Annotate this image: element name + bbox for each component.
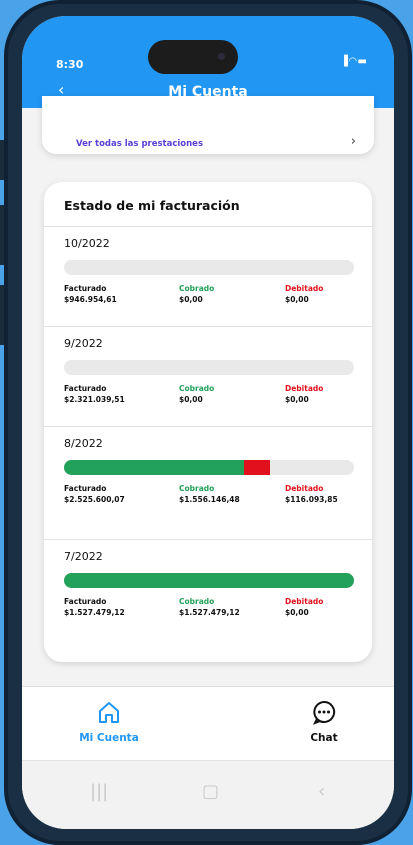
debitado-value: $0,00: [285, 395, 309, 404]
camera-notch: [148, 40, 238, 74]
facturado-value: $946.954,61: [64, 295, 117, 304]
debitado-value: $0,00: [285, 295, 309, 304]
facturado-value: $2.525.600,07: [64, 495, 125, 504]
home-button[interactable]: ▢: [202, 781, 219, 802]
cobrado-label: Cobrado: [179, 484, 215, 493]
billing-period-row: 9/2022 Facturado Cobrado Debitado $2.321.039…: [44, 326, 372, 427]
status-time: 8:30: [56, 58, 84, 71]
nav-mi-cuenta[interactable]: Mi Cuenta: [69, 699, 149, 744]
chat-icon: [312, 700, 336, 725]
app-header: 8:30 ▐◠▬ ‹ Mi Cuenta: [22, 16, 394, 108]
facturado-label: Facturado: [64, 597, 107, 606]
period-label: 9/2022: [64, 337, 103, 350]
facturado-value: $2.321.039,51: [64, 395, 125, 404]
system-nav-bar: ||| ▢ ‹: [22, 760, 394, 829]
period-label: 7/2022: [64, 550, 103, 563]
system-back-button[interactable]: ‹: [318, 781, 325, 802]
debitado-fill: [243, 460, 270, 475]
cobrado-fill: [64, 573, 354, 588]
status-icons: ▐◠▬: [340, 56, 368, 67]
billing-period-row: 10/2022 Facturado Cobrado Debitado $946.954,…: [44, 226, 372, 327]
debitado-value: $116.093,85: [285, 495, 338, 504]
facturado-label: Facturado: [64, 484, 107, 493]
nav-chat-label: Chat: [310, 732, 338, 744]
cobrado-value: $0,00: [179, 395, 203, 404]
nav-chat[interactable]: Chat: [284, 699, 364, 744]
ver-prestaciones-link[interactable]: Ver todas las prestaciones: [76, 139, 203, 149]
facturado-value: $1.527.479,12: [64, 608, 125, 617]
facturado-label: Facturado: [64, 384, 107, 393]
prestaciones-card[interactable]: Ver todas las prestaciones ›: [42, 96, 374, 154]
period-label: 10/2022: [64, 237, 110, 250]
cobrado-value: $1.527.479,12: [179, 608, 240, 617]
facturacion-title: Estado de mi facturación: [64, 198, 240, 213]
cobrado-value: $0,00: [179, 295, 203, 304]
cobrado-label: Cobrado: [179, 384, 215, 393]
chevron-right-icon[interactable]: ›: [351, 134, 356, 149]
debitado-label: Debitado: [285, 284, 324, 293]
cobrado-label: Cobrado: [179, 284, 215, 293]
billing-progress-bar: [64, 360, 354, 375]
phone-frame: 8:30 ▐◠▬ ‹ Mi Cuenta Ver todas las prest…: [4, 0, 412, 845]
home-icon: [99, 702, 119, 723]
billing-period-row: 7/2022 Facturado Cobrado Debitado $1.527.479…: [44, 539, 372, 646]
cobrado-label: Cobrado: [179, 597, 215, 606]
recents-button[interactable]: |||: [90, 781, 108, 802]
bottom-nav: Mi Cuenta Chat: [22, 686, 394, 761]
facturacion-card: Estado de mi facturación 10/2022 Facturad…: [44, 182, 372, 662]
facturado-label: Facturado: [64, 284, 107, 293]
nav-mi-cuenta-label: Mi Cuenta: [79, 732, 139, 744]
debitado-label: Debitado: [285, 384, 324, 393]
debitado-label: Debitado: [285, 484, 324, 493]
billing-progress-bar: [64, 573, 354, 588]
debitado-value: $0,00: [285, 608, 309, 617]
debitado-label: Debitado: [285, 597, 324, 606]
billing-progress-bar: [64, 460, 354, 475]
phone-screen: 8:30 ▐◠▬ ‹ Mi Cuenta Ver todas las prest…: [22, 16, 394, 829]
billing-period-row: 8/2022 Facturado Cobrado Debitado $2.525.600…: [44, 426, 372, 540]
period-label: 8/2022: [64, 437, 103, 450]
cobrado-value: $1.556.146,48: [179, 495, 240, 504]
camera-icon: [218, 53, 225, 60]
cobrado-fill: [64, 460, 244, 475]
billing-progress-bar: [64, 260, 354, 275]
